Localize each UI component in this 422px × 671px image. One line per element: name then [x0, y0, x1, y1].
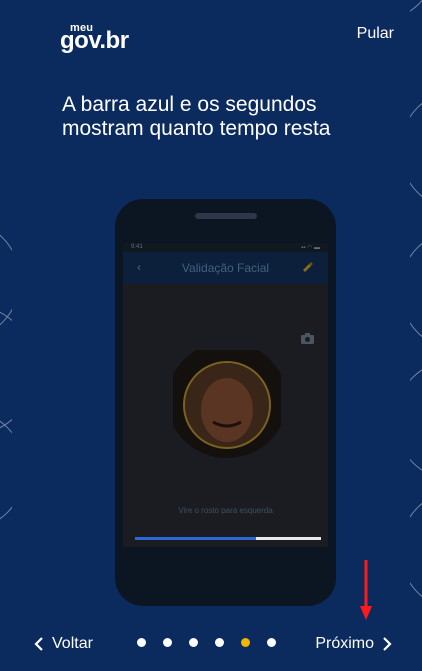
- next-button[interactable]: Próximo: [315, 635, 392, 653]
- pencil-icon: [303, 262, 313, 272]
- arrow-down-annotation: [360, 560, 372, 620]
- camera-icon: [300, 331, 315, 344]
- chevron-right-icon: [383, 637, 392, 651]
- phone-screen: 9:41 ▪▪ ◠ ▬ ‹ Validação Facial Vire o ro…: [123, 243, 328, 547]
- page-dot: [267, 638, 276, 647]
- timer-progress-fill: [135, 537, 256, 540]
- skip-button[interactable]: Pular: [357, 25, 394, 43]
- onboarding-panel: meu gov.br Pular A barra azul e os segun…: [12, 0, 410, 671]
- phone-app-title: Validação Facial: [181, 261, 270, 275]
- phone-illustration: 9:41 ▪▪ ◠ ▬ ‹ Validação Facial Vire o ro…: [115, 199, 336, 606]
- page-dot-active: [241, 638, 250, 647]
- phone-app-bar: ‹ Validação Facial: [123, 252, 328, 284]
- status-icons: ▪▪ ◠ ▬: [301, 245, 320, 251]
- back-label: Voltar: [52, 635, 93, 652]
- chevron-left-icon: [34, 637, 43, 651]
- face-photo: Vire o rosto para esquerda 40s: [123, 284, 328, 547]
- page-dot: [163, 638, 172, 647]
- page-indicator: [137, 638, 276, 648]
- back-button[interactable]: Voltar: [34, 635, 93, 653]
- phone-instruction: Vire o rosto para esquerda: [178, 506, 273, 515]
- face-frame: [173, 350, 281, 458]
- logo-big-text: gov.br: [60, 27, 129, 54]
- next-label: Próximo: [315, 635, 374, 652]
- phone-bottom-bezel: [123, 547, 328, 587]
- page-dot: [189, 638, 198, 647]
- phone-speaker: [195, 213, 257, 219]
- pager-bar: Voltar Próximo: [12, 622, 410, 667]
- timer-progress-bar: [135, 537, 321, 540]
- page-title: A barra azul e os segundos mostram quant…: [62, 93, 331, 140]
- govbr-logo: meu gov.br: [60, 22, 150, 54]
- page-dot: [215, 638, 224, 647]
- status-time: 9:41: [131, 244, 143, 250]
- page-dot: [137, 638, 146, 647]
